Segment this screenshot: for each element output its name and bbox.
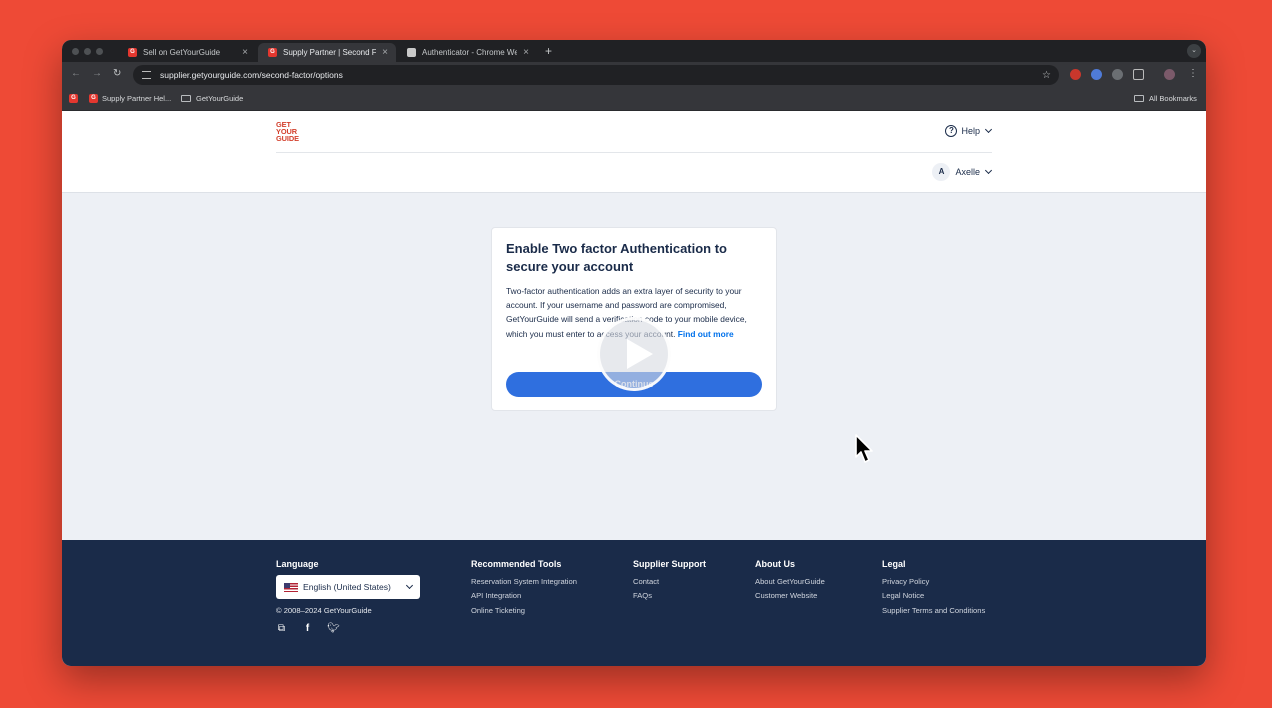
bookmark-getyourguide[interactable]: G [69,94,82,103]
external-link-icon[interactable]: ⧉ [276,623,287,634]
tab-search-button[interactable]: ⌄ [1187,44,1201,58]
find-out-more-link[interactable]: Find out more [678,329,734,339]
folder-icon [181,95,191,102]
twitter-icon[interactable]: 🐦︎ [327,623,340,634]
footer-legal: Legal Privacy Policy Legal Notice Suppli… [882,559,985,618]
all-bookmarks-button[interactable]: All Bookmarks [1134,94,1197,103]
chevron-down-icon [984,166,993,175]
footer-recommended-tools: Recommended Tools Reservation System Int… [471,559,577,618]
reload-icon[interactable]: ↻ [113,68,121,79]
footer-link[interactable]: About GetYourGuide [755,575,825,589]
footer-link[interactable]: API Integration [471,589,577,603]
authenticator-icon [407,48,416,57]
footer-link[interactable]: Legal Notice [882,589,985,603]
getyourguide-icon: G [69,94,78,103]
header-divider [276,152,992,153]
new-tab-button[interactable]: + [545,44,552,58]
footer-link[interactable]: Online Ticketing [471,604,577,618]
language-select[interactable]: English (United States) [276,575,420,599]
window-controls[interactable] [72,48,103,55]
site-header: GET YOUR GUIDE ? Help A Axelle [62,111,1206,193]
us-flag-icon [284,582,298,592]
footer-link[interactable]: Reservation System Integration [471,575,577,589]
social-links: ⧉ f 🐦︎ [276,623,420,634]
footer-about-us: About Us About GetYourGuide Customer Web… [755,559,825,604]
help-menu[interactable]: ? Help [945,125,993,137]
chevron-down-icon [984,125,993,134]
maximize-window-button[interactable] [96,48,103,55]
extension-icon[interactable] [1112,69,1123,80]
chevron-down-icon [405,581,414,590]
getyourguide-icon: G [268,48,277,57]
footer-link[interactable]: Customer Website [755,589,825,603]
avatar: A [932,163,951,181]
extensions-puzzle-icon[interactable] [1133,69,1144,80]
forward-arrow-icon[interactable]: → [92,68,102,79]
footer-link[interactable]: FAQs [633,589,706,603]
bookmark-supply-partner-help[interactable]: G Supply Partner Hel... [89,94,171,103]
page-content: GET YOUR GUIDE ? Help A Axelle Enable Tw… [62,111,1206,666]
address-bar[interactable]: supplier.getyourguide.com/second-factor/… [133,65,1059,85]
footer-link[interactable]: Privacy Policy [882,575,985,589]
bookmark-star-icon[interactable]: ☆ [1042,70,1051,81]
getyourguide-icon: G [89,94,98,103]
browser-window: G Sell on GetYourGuide × G Supply Partne… [62,40,1206,666]
site-settings-icon[interactable] [142,71,151,79]
tab-authenticator[interactable]: Authenticator - Chrome Web × [397,43,537,62]
copyright: © 2008–2024 GetYourGuide [276,606,372,615]
video-play-icon[interactable] [597,317,671,391]
minimize-window-button[interactable] [84,48,91,55]
bookmarks-bar: G G Supply Partner Hel... GetYourGuide A… [62,88,1206,111]
profile-avatar-icon[interactable] [1164,69,1175,80]
tab-strip: G Sell on GetYourGuide × G Supply Partne… [62,40,1206,62]
user-menu[interactable]: A Axelle [932,163,993,181]
back-arrow-icon[interactable]: ← [71,68,81,79]
folder-icon [1134,95,1144,102]
password-manager-icon[interactable] [1091,69,1102,80]
facebook-icon[interactable]: f [302,623,313,634]
browser-menu-icon[interactable]: ⋮ [1188,68,1198,79]
tab-supply-partner[interactable]: G Supply Partner | Second Fact × [258,43,396,62]
extension-icon[interactable] [1070,69,1081,80]
close-tab-icon[interactable]: × [382,47,388,58]
close-window-button[interactable] [72,48,79,55]
footer-link[interactable]: Supplier Terms and Conditions [882,604,985,618]
footer-language: Language English (United States) © 2008–… [276,559,420,634]
tab-sell-on-getyourguide[interactable]: G Sell on GetYourGuide × [118,43,256,62]
bookmark-folder-getyourguide[interactable]: GetYourGuide [181,94,243,103]
close-tab-icon[interactable]: × [523,47,529,58]
close-tab-icon[interactable]: × [242,47,248,58]
site-footer: Language English (United States) © 2008–… [62,540,1206,666]
question-circle-icon: ? [945,125,958,137]
footer-link[interactable]: Contact [633,575,706,589]
browser-toolbar: ← → ↻ supplier.getyourguide.com/second-f… [62,62,1206,88]
getyourguide-icon: G [128,48,137,57]
footer-supplier-support: Supplier Support Contact FAQs [633,559,706,604]
card-title: Enable Two factor Authentication to secu… [506,241,727,274]
mouse-cursor-icon [855,434,873,463]
getyourguide-logo[interactable]: GET YOUR GUIDE [276,121,306,142]
